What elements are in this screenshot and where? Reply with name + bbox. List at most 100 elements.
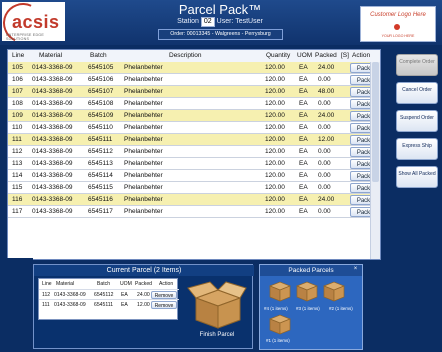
show-all-packed-button[interactable]: Show All Packed <box>396 166 438 188</box>
logo-tagline: ENTERPRISE EDGE SOLUTIONS <box>6 33 45 41</box>
cell-quantity: 120.00 <box>265 112 285 119</box>
cell-packed: 0.00 <box>318 208 331 215</box>
cell-line: 105 <box>12 64 23 71</box>
cell-batch: 6545116 <box>88 196 113 203</box>
cell-description: Phelanbehter <box>124 208 163 215</box>
mini-row-material: 0143-3368-09 <box>54 302 86 308</box>
col-description: Description <box>169 52 202 59</box>
packed-parcels-panel: Packed Parcels × #4 (1 items) #3 (1 item… <box>259 264 363 350</box>
cell-packed: 0.00 <box>318 148 331 155</box>
cell-batch: 6545110 <box>88 124 113 131</box>
express-ship-button[interactable]: Express Ship <box>396 138 438 160</box>
cell-uom: EA <box>299 124 308 131</box>
table-row: 105 0143-3368-09 6545105 Phelanbehter 120.00… <box>8 62 380 74</box>
cell-quantity: 120.00 <box>265 124 285 131</box>
cell-line: 108 <box>12 100 23 107</box>
cell-line: 114 <box>12 172 23 179</box>
cell-line: 117 <box>12 208 23 215</box>
remove-button[interactable]: Remove <box>151 301 177 309</box>
current-parcel-panel: Current Parcel (2 Items) Line Material B… <box>33 264 254 349</box>
cell-line: 110 <box>12 124 23 131</box>
cell-material: 0143-3368-09 <box>32 64 73 71</box>
app-title: Parcel Pack™ <box>178 2 262 17</box>
mini-col-packed: Packed <box>135 281 152 287</box>
cell-batch: 6545106 <box>88 76 114 83</box>
cell-description: Phelanbehter <box>124 148 163 155</box>
cell-description: Phelanbehter <box>124 112 163 119</box>
cell-batch: 6545108 <box>88 100 114 107</box>
cell-quantity: 120.00 <box>265 172 285 179</box>
cell-uom: EA <box>299 196 308 203</box>
remove-button[interactable]: Remove <box>151 291 177 299</box>
parcel-label[interactable]: #1 (1 items) <box>266 338 290 343</box>
parcel-box-icon <box>296 281 318 302</box>
cell-packed: 48.00 <box>318 88 335 95</box>
cell-packed: 0.00 <box>318 76 331 83</box>
col-line: Line <box>12 52 25 59</box>
table-row: 108 0143-3368-09 6545108 Phelanbehter 120.00… <box>8 98 380 110</box>
cell-uom: EA <box>299 208 308 215</box>
current-parcel-table: Line Material Batch UOM Packed Action 11… <box>38 278 179 320</box>
col-s: [S] <box>341 52 349 59</box>
cell-description: Phelanbehter <box>124 160 163 167</box>
cell-quantity: 120.00 <box>265 100 285 107</box>
table-row: 110 0143-3368-09 6545110 Phelanbehter 120.00… <box>8 122 380 134</box>
table-row: 113 0143-3368-09 6545113 Phelanbehter 120.00… <box>8 158 380 170</box>
left-spacer <box>0 258 33 352</box>
table-row: 106 0143-3368-09 6545106 Phelanbehter 120.00… <box>8 74 380 86</box>
logo-text: acsis <box>12 12 60 32</box>
cell-line: 111 <box>12 136 22 143</box>
cell-batch: 6545109 <box>88 112 114 119</box>
mini-col-batch: Batch <box>97 281 111 287</box>
cell-quantity: 120.00 <box>265 76 285 83</box>
cell-quantity: 120.00 <box>265 196 285 203</box>
acsis-logo: acsis ENTERPRISE EDGE SOLUTIONS <box>0 0 65 49</box>
cancel-order-button[interactable]: Cancel Order <box>396 82 438 104</box>
cell-packed: 24.00 <box>318 112 335 119</box>
cell-uom: EA <box>299 172 308 179</box>
parcel-label[interactable]: #2 (1 items) <box>329 306 353 311</box>
col-action: Action <box>352 52 371 59</box>
parcel-box-icon <box>269 281 291 302</box>
table-scrollbar[interactable] <box>370 62 380 259</box>
cell-line: 106 <box>12 76 23 83</box>
col-packed: Packed <box>315 52 337 59</box>
table-row: 109 0143-3368-09 6545109 Phelanbehter 120.00… <box>8 110 380 122</box>
table-scrollbar-thumb[interactable] <box>372 62 379 182</box>
cell-batch: 6545114 <box>88 172 113 179</box>
cell-batch: 6545111 <box>88 136 113 143</box>
table-row: 116 0143-3368-09 6545116 Phelanbehter 120.00… <box>8 194 380 206</box>
finish-parcel-button[interactable]: Finish Parcel <box>184 278 250 344</box>
cell-description: Phelanbehter <box>124 172 163 179</box>
cell-description: Phelanbehter <box>124 76 163 83</box>
cell-material: 0143-3368-09 <box>32 148 73 155</box>
suspend-order-button[interactable]: Suspend Order <box>396 110 438 132</box>
cell-quantity: 120.00 <box>265 208 285 215</box>
table-row: 111 0143-3368-09 6545111 Phelanbehter 120.00… <box>8 134 380 146</box>
col-quantity: Quantity <box>266 52 291 59</box>
cell-packed: 0.00 <box>318 184 331 191</box>
cell-uom: EA <box>299 88 308 95</box>
cell-uom: EA <box>299 112 308 119</box>
parcel-box-icon <box>323 281 345 302</box>
cell-packed: 24.00 <box>318 64 335 71</box>
parcel-label[interactable]: #3 (1 items) <box>296 306 320 311</box>
user-label: User: <box>216 18 234 25</box>
cell-description: Phelanbehter <box>124 196 163 203</box>
current-parcel-row: 111 0143-3368-09 6545111 EA 12.00 Remove <box>39 299 179 309</box>
cell-material: 0143-3368-09 <box>32 88 73 95</box>
complete-order-button[interactable]: Complete Order <box>396 54 438 76</box>
cell-material: 0143-3368-09 <box>32 112 73 119</box>
order-summary: Order: 00013345 - Walgreens - Perrysburg <box>158 29 283 40</box>
cell-material: 0143-3368-09 <box>32 76 73 83</box>
parcel-label[interactable]: #4 (1 items) <box>264 306 288 311</box>
cell-quantity: 120.00 <box>265 136 285 143</box>
cell-uom: EA <box>299 100 308 107</box>
cell-material: 0143-3368-09 <box>32 100 73 107</box>
cell-description: Phelanbehter <box>124 184 163 191</box>
close-icon[interactable]: × <box>352 266 359 273</box>
cell-uom: EA <box>299 160 308 167</box>
cell-packed: 0.00 <box>318 100 331 107</box>
cell-description: Phelanbehter <box>124 88 163 95</box>
mini-row-batch: 6545111 <box>94 302 114 308</box>
